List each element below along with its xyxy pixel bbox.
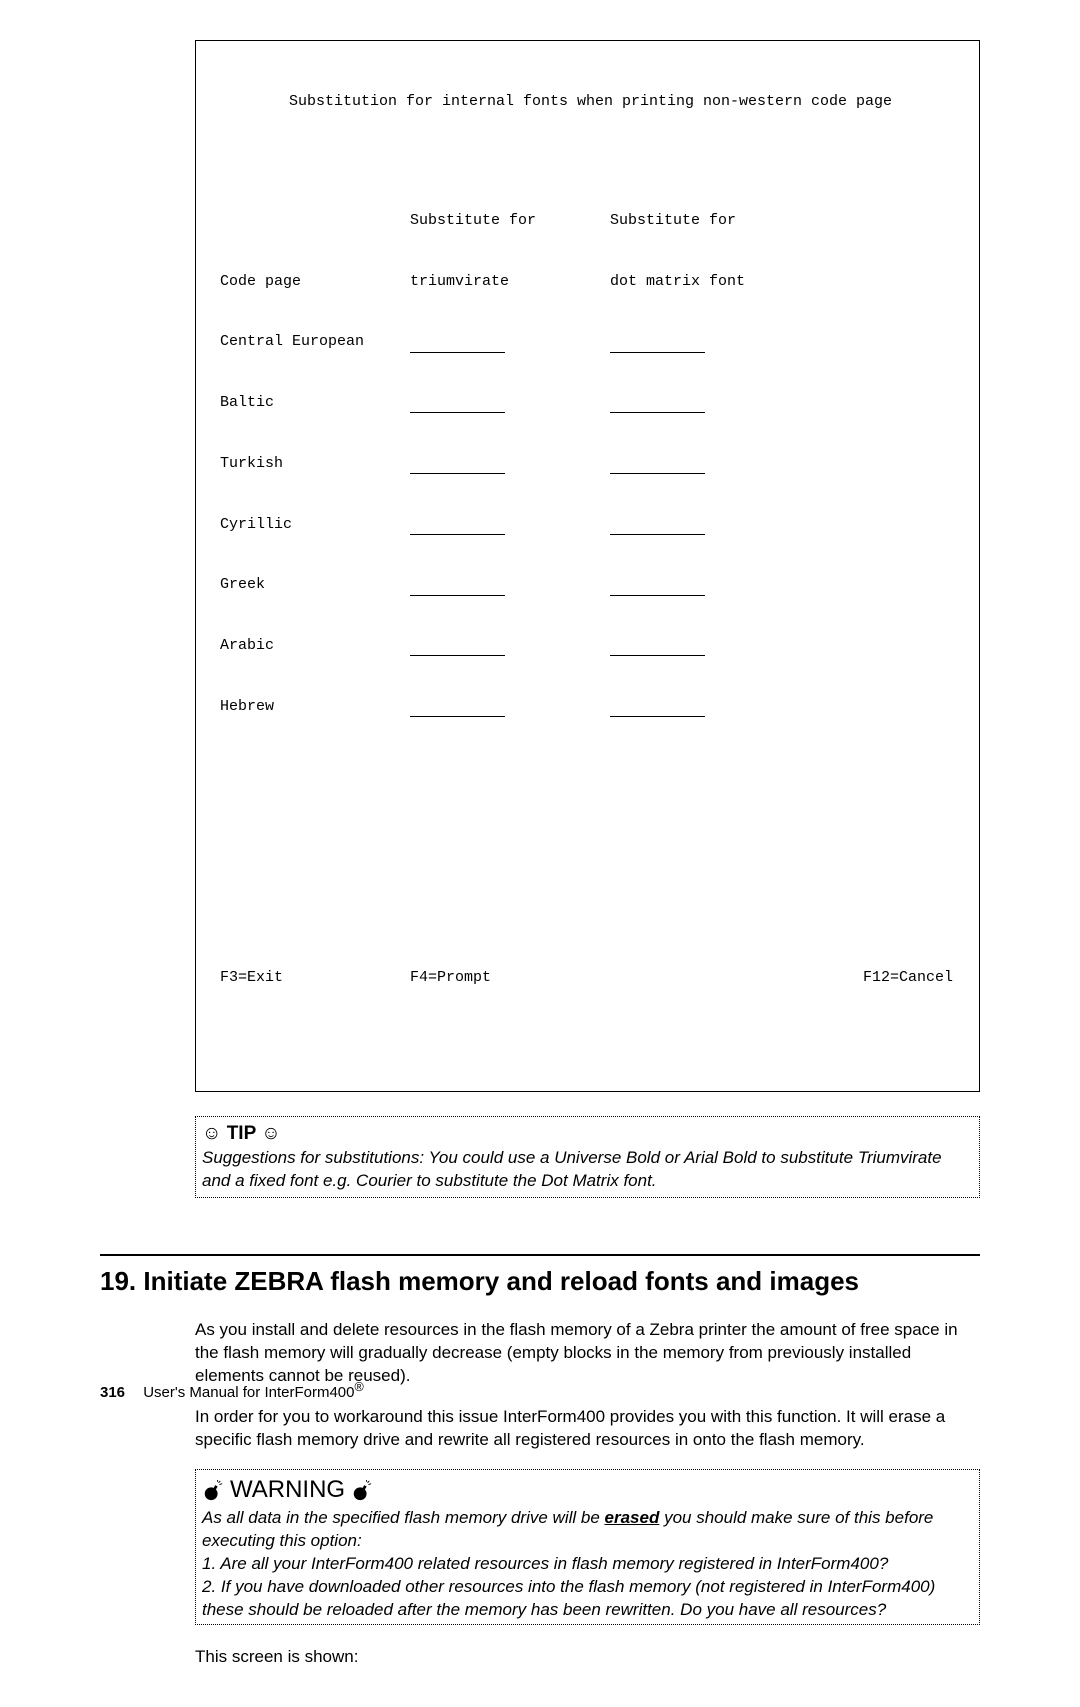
terminal-f12-key: F12=Cancel [790, 968, 961, 988]
page-footer: 316 User's Manual for InterForm400® [100, 1380, 364, 1401]
terminal-f3-key: F3=Exit [220, 968, 410, 988]
warning-body: As all data in the specified flash memor… [202, 1507, 973, 1622]
terminal-input-field[interactable] [610, 339, 705, 353]
terminal-input-field[interactable] [610, 521, 705, 535]
tip-body: Suggestions for substitutions: You could… [202, 1147, 973, 1193]
terminal-input-field[interactable] [410, 642, 505, 656]
terminal-row-label: Code page [220, 272, 410, 292]
terminal-header-col3-line2: dot matrix font [610, 272, 810, 292]
terminal-row-label: Cyrillic [220, 515, 410, 535]
terminal-input-field[interactable] [410, 339, 505, 353]
section-heading: 19. Initiate ZEBRA flash memory and relo… [100, 1266, 980, 1297]
terminal-header-col2-line1: Substitute for [410, 211, 610, 231]
terminal-input-field[interactable] [610, 703, 705, 717]
tip-box: ☺ TIP ☺ Suggestions for substitutions: Y… [195, 1116, 980, 1198]
terminal-screen: Substitution for internal fonts when pri… [195, 40, 980, 1092]
terminal-input-field[interactable] [610, 642, 705, 656]
tip-title: ☺ TIP ☺ [202, 1121, 973, 1147]
after-warning-text: This screen is shown: [195, 1647, 980, 1667]
body-paragraph: In order for you to workaround this issu… [195, 1406, 980, 1452]
body-paragraph: As you install and delete resources in t… [195, 1319, 980, 1388]
terminal-input-field[interactable] [410, 399, 505, 413]
page-number: 316 [100, 1384, 125, 1401]
terminal-input-field[interactable] [410, 703, 505, 717]
terminal-row-label: Turkish [220, 454, 410, 474]
terminal-row-label: Greek [220, 575, 410, 595]
warning-title-text: WARNING [230, 1474, 345, 1506]
terminal-header-col2-line2: triumvirate [410, 272, 610, 292]
registered-mark: ® [354, 1380, 363, 1394]
terminal-header-col1 [220, 211, 410, 231]
warning-line2: 1. Are all your InterForm400 related res… [202, 1554, 888, 1573]
smiley-icon: ☺ [202, 1123, 221, 1144]
terminal-row-label: Hebrew [220, 697, 410, 717]
warning-erased: erased [605, 1508, 660, 1527]
terminal-input-field[interactable] [410, 521, 505, 535]
warning-line3: 2. If you have downloaded other resource… [202, 1577, 935, 1619]
bomb-icon [202, 1480, 224, 1502]
terminal-input-field[interactable] [610, 399, 705, 413]
terminal-input-field[interactable] [610, 460, 705, 474]
smiley-icon: ☺ [261, 1123, 280, 1144]
footer-text: User's Manual for InterForm400 [143, 1384, 354, 1401]
terminal-row-label: Central European [220, 332, 410, 352]
terminal-input-field[interactable] [410, 460, 505, 474]
terminal-f4-key: F4=Prompt [410, 968, 790, 988]
terminal-row-label: Arabic [220, 636, 410, 656]
warning-box: WARNING As all data in the specified fla… [195, 1469, 980, 1624]
terminal-header-col3-line1: Substitute for [610, 211, 810, 231]
terminal-title: Substitution for internal fonts when pri… [220, 92, 961, 112]
terminal-input-field[interactable] [610, 582, 705, 596]
section-divider [100, 1254, 980, 1256]
bomb-icon [351, 1480, 373, 1502]
warning-line1a: As all data in the specified flash memor… [202, 1508, 605, 1527]
terminal-row-label: Baltic [220, 393, 410, 413]
tip-title-text: TIP [227, 1123, 256, 1144]
warning-title: WARNING [202, 1474, 973, 1506]
terminal-input-field[interactable] [410, 582, 505, 596]
